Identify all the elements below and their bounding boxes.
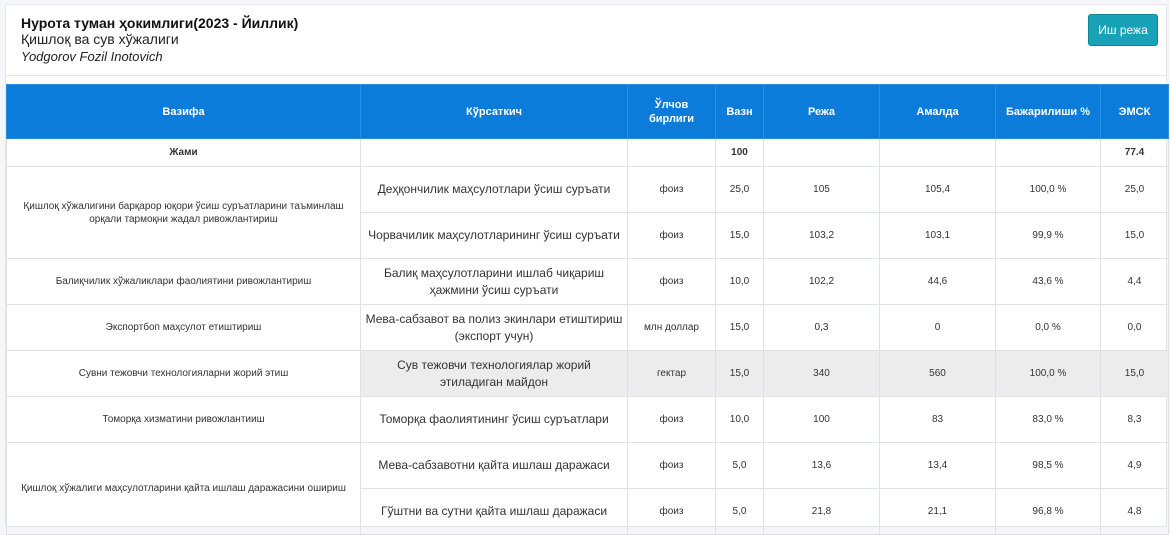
plan-cell: 103,2 xyxy=(763,212,880,259)
plan-cell: 13,6 xyxy=(763,442,880,489)
plan-cell: 102,2 xyxy=(763,258,880,305)
weight-cell: 5,0 xyxy=(715,442,764,489)
page-title: Нурота туман ҳокимлиги(2023 - Йиллик) xyxy=(21,15,299,31)
col-header-weight[interactable]: Вазн xyxy=(715,84,764,139)
emsk-cell: 4,9 xyxy=(1100,442,1169,489)
weight-cell: 15,0 xyxy=(715,212,764,259)
table-row[interactable]: Балиқчилик хўжаликлари фаолиятини ривожл… xyxy=(6,258,1169,305)
plan-cell: 105 xyxy=(763,166,880,213)
emsk-cell: 15,0 xyxy=(1100,212,1169,259)
percent-cell: 83,0 % xyxy=(995,396,1101,443)
indicator-cell: Деҳқончилик маҳсулотлари ўсиш суръати xyxy=(360,166,628,213)
weight-cell: 5,0 xyxy=(715,488,764,535)
plan-cell: 0,3 xyxy=(763,304,880,351)
kpi-card: Нурота туман ҳокимлиги(2023 - Йиллик) Қи… xyxy=(5,4,1169,535)
emsk-cell: 8,3 xyxy=(1100,396,1169,443)
weight-cell: 10,0 xyxy=(715,396,764,443)
weight-cell: 15,0 xyxy=(715,350,764,397)
indicator-cell: Чорвачилик маҳсулотларининг ўсиш суръати xyxy=(360,212,628,259)
weight-cell: 10,0 xyxy=(715,258,764,305)
indicator-cell: Балиқ маҳсулотларини ишлаб чиқариш ҳажми… xyxy=(360,258,628,305)
kpi-table: Вазифа Кўрсаткич Ўлчов бирлиги Вазн Режа… xyxy=(6,84,1169,535)
total-emsk: 77.4 xyxy=(1100,138,1169,167)
table-header-row: Вазифа Кўрсаткич Ўлчов бирлиги Вазн Режа… xyxy=(6,84,1169,139)
col-header-actual[interactable]: Амалда xyxy=(879,84,996,139)
total-weight: 100 xyxy=(715,138,764,167)
indicator-cell: Гўштни ва сутни қайта ишлаш даражаси xyxy=(360,488,628,535)
col-header-plan[interactable]: Режа xyxy=(763,84,880,139)
col-header-indicator[interactable]: Кўрсаткич xyxy=(360,84,628,139)
col-header-percent[interactable]: Бажарилиши % xyxy=(995,84,1101,139)
emsk-cell: 25,0 xyxy=(1100,166,1169,213)
table-row[interactable]: Экспортбоп маҳсулот етиштириш Мева-сабза… xyxy=(6,304,1169,351)
weight-cell: 25,0 xyxy=(715,166,764,213)
percent-cell: 43,6 % xyxy=(995,258,1101,305)
emsk-cell: 4,4 xyxy=(1100,258,1169,305)
unit-cell: фоиз xyxy=(627,442,716,489)
emsk-cell: 0,0 xyxy=(1100,304,1169,351)
task-cell: Қишлоқ хўжалигини барқарор юқори ўсиш су… xyxy=(6,166,361,259)
unit-cell: фоиз xyxy=(627,488,716,535)
unit-cell: фоиз xyxy=(627,396,716,443)
table-row-highlighted[interactable]: Сувни тежовчи технологияларни жорий этиш… xyxy=(6,350,1169,397)
actual-cell: 560 xyxy=(879,350,996,397)
task-cell: Сувни тежовчи технологияларни жорий этиш xyxy=(6,350,361,397)
weight-cell: 15,0 xyxy=(715,304,764,351)
unit-cell: фоиз xyxy=(627,212,716,259)
indicator-cell: Мева-сабзавотни қайта ишлаш даражаси xyxy=(360,442,628,489)
unit-cell: фоиз xyxy=(627,258,716,305)
table-row[interactable]: Томорқа хизматини ривожлантииш Томорқа ф… xyxy=(6,396,1169,443)
actual-cell: 44,6 xyxy=(879,258,996,305)
unit-cell: гектар xyxy=(627,350,716,397)
table-row[interactable]: Қишлоқ хўжалигини барқарор юқори ўсиш су… xyxy=(6,166,1169,259)
table-row[interactable]: Қишлоқ хўжалиги маҳсулотларини қайта ишл… xyxy=(6,442,1169,535)
indicator-cell: Томорқа фаолиятининг ўсиш суръатлари xyxy=(360,396,628,443)
actual-cell: 13,4 xyxy=(879,442,996,489)
col-header-unit[interactable]: Ўлчов бирлиги xyxy=(627,84,716,139)
task-cell: Қишлоқ хўжалиги маҳсулотларини қайта ишл… xyxy=(6,442,361,535)
indicator-cell: Сув тежовчи технологиялар жорий этиладиг… xyxy=(360,350,628,397)
actual-cell: 103,1 xyxy=(879,212,996,259)
plan-cell: 340 xyxy=(763,350,880,397)
total-label: Жами xyxy=(6,138,361,167)
percent-cell: 99,9 % xyxy=(995,212,1101,259)
col-header-emsk[interactable]: ЭМСК xyxy=(1100,84,1169,139)
total-row: Жами 100 77.4 xyxy=(6,138,1169,167)
unit-cell: млн доллар xyxy=(627,304,716,351)
responsible-person: Yodgorov Fozil Inotovich xyxy=(21,49,163,64)
task-cell: Экспортбоп маҳсулот етиштириш xyxy=(6,304,361,351)
percent-cell: 100,0 % xyxy=(995,166,1101,213)
indicator-cell: Мева-сабзавот ва полиз экинлари етиштири… xyxy=(360,304,628,351)
card-header: Нурота туман ҳокимлиги(2023 - Йиллик) Қи… xyxy=(6,5,1166,76)
sector-subtitle: Қишлоқ ва сув хўжалиги xyxy=(21,31,179,47)
unit-cell: фоиз xyxy=(627,166,716,213)
emsk-cell: 4,8 xyxy=(1100,488,1169,535)
percent-cell: 0,0 % xyxy=(995,304,1101,351)
task-cell: Томорқа хизматини ривожлантииш xyxy=(6,396,361,443)
plan-cell: 100 xyxy=(763,396,880,443)
percent-cell: 100,0 % xyxy=(995,350,1101,397)
actual-cell: 83 xyxy=(879,396,996,443)
actual-cell: 21,1 xyxy=(879,488,996,535)
plan-cell: 21,8 xyxy=(763,488,880,535)
emsk-cell: 15,0 xyxy=(1100,350,1169,397)
actual-cell: 105,4 xyxy=(879,166,996,213)
work-plan-button[interactable]: Иш режа xyxy=(1088,14,1158,46)
percent-cell: 98,5 % xyxy=(995,442,1101,489)
task-cell: Балиқчилик хўжаликлари фаолиятини ривожл… xyxy=(6,258,361,305)
col-header-task[interactable]: Вазифа xyxy=(6,84,361,139)
actual-cell: 0 xyxy=(879,304,996,351)
percent-cell: 96,8 % xyxy=(995,488,1101,535)
